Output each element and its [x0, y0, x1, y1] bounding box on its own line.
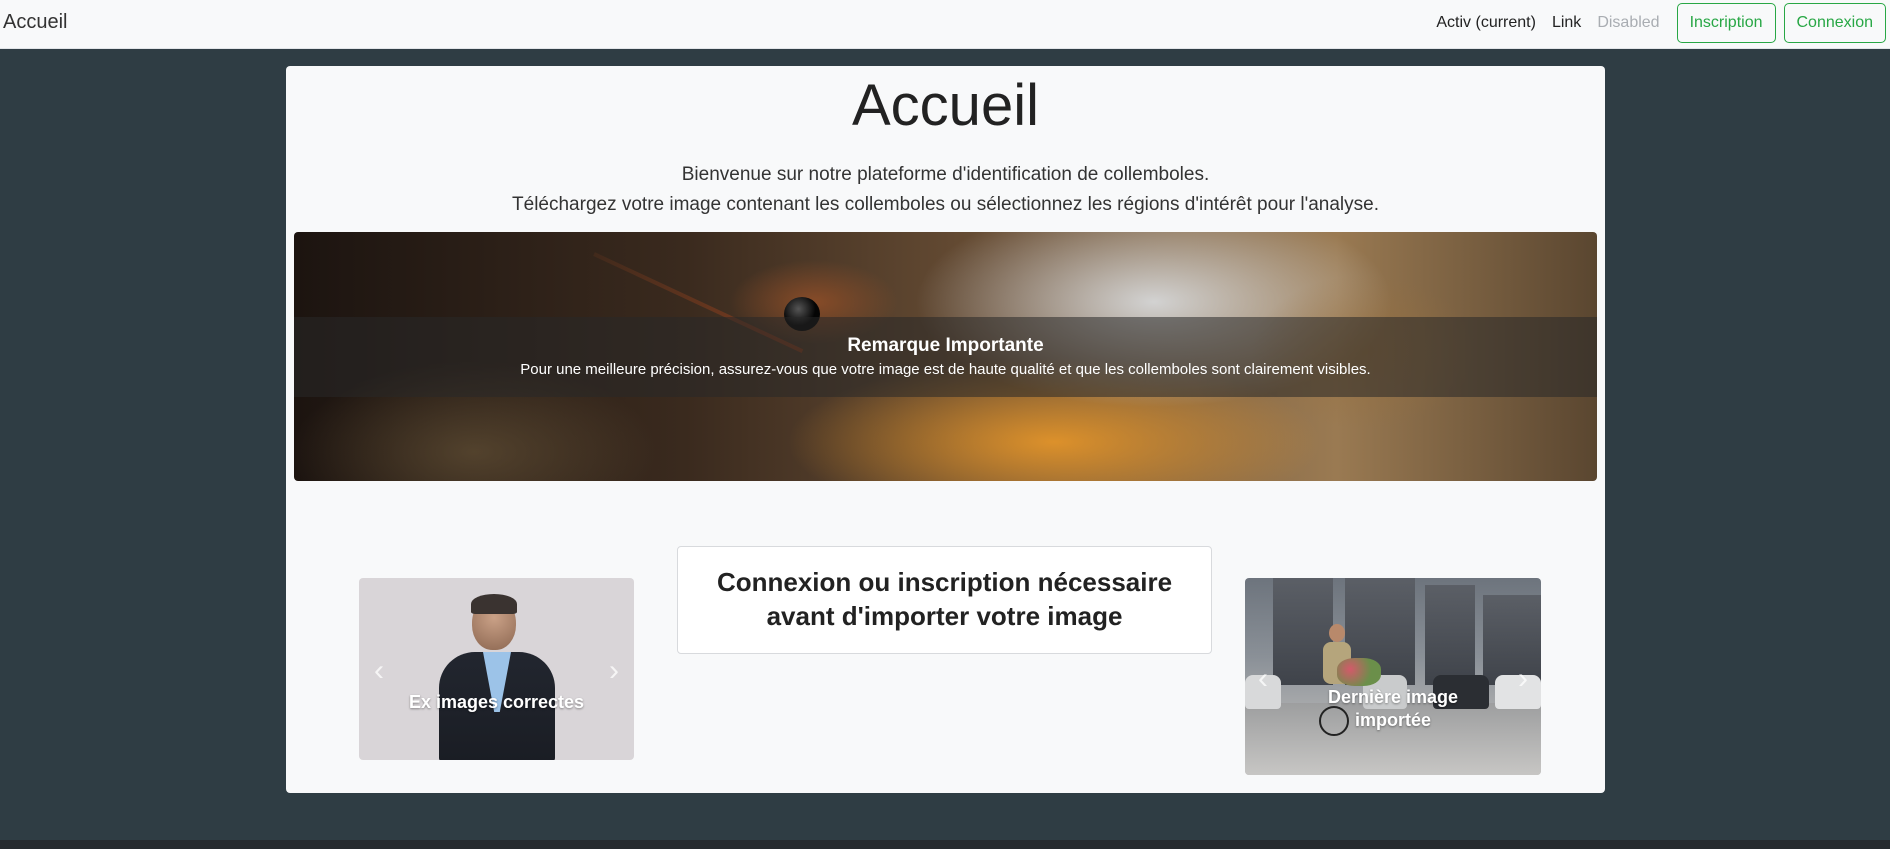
hero-caption-text: Pour une meilleure précision, assurez-vo…: [520, 361, 1371, 378]
nav-link-disabled: Disabled: [1597, 14, 1660, 31]
hero-banner-image: Remarque Importante Pour une meilleure p…: [294, 232, 1597, 481]
flower-basket: [1337, 658, 1381, 686]
carousel-caption: Dernière image importée: [1245, 686, 1541, 732]
main-card: Accueil Bienvenue sur notre plateforme d…: [286, 66, 1605, 793]
example-images-carousel[interactable]: ‹ › Ex images correctes: [359, 578, 634, 760]
caption-line-2: importée: [1354, 710, 1432, 730]
nav-link[interactable]: Link: [1552, 14, 1581, 32]
register-button[interactable]: Inscription: [1676, 3, 1776, 43]
hero-caption: Remarque Importante Pour une meilleure p…: [294, 317, 1597, 397]
login-required-line-2: avant d'importer votre image: [766, 601, 1123, 631]
nav-link-active[interactable]: Activ (current): [1436, 14, 1536, 32]
login-button[interactable]: Connexion: [1783, 3, 1886, 43]
page-title: Accueil: [852, 73, 1039, 138]
caption-line-1: Dernière image: [1327, 687, 1459, 707]
hero-caption-title: Remarque Importante: [847, 335, 1044, 356]
building: [1425, 585, 1475, 685]
chevron-left-icon[interactable]: ‹: [369, 656, 389, 686]
example-person-photo: [435, 594, 559, 760]
navbar-brand[interactable]: Accueil: [3, 11, 67, 34]
login-required-notice: Connexion ou inscription nécessaire avan…: [677, 546, 1212, 654]
footer-strip: [0, 840, 1890, 849]
person-hair: [471, 594, 517, 614]
intro-line-2: Téléchargez votre image contenant les co…: [512, 194, 1379, 215]
carousel-caption: Ex images correctes: [408, 692, 585, 712]
last-image-carousel[interactable]: ‹ › Dernière image importée: [1245, 578, 1541, 775]
cyclist-head: [1329, 624, 1345, 642]
nav-links: Activ (current) Link Disabled Inscriptio…: [1436, 3, 1886, 43]
intro-text: Bienvenue sur notre plateforme d'identif…: [286, 160, 1605, 220]
chevron-right-icon[interactable]: ›: [604, 656, 624, 686]
intro-line-1: Bienvenue sur notre plateforme d'identif…: [681, 164, 1210, 185]
navbar: Accueil Activ (current) Link Disabled In…: [0, 0, 1890, 49]
login-required-line-1: Connexion ou inscription nécessaire: [716, 567, 1173, 597]
login-required-text: Connexion ou inscription nécessaire avan…: [698, 565, 1191, 633]
